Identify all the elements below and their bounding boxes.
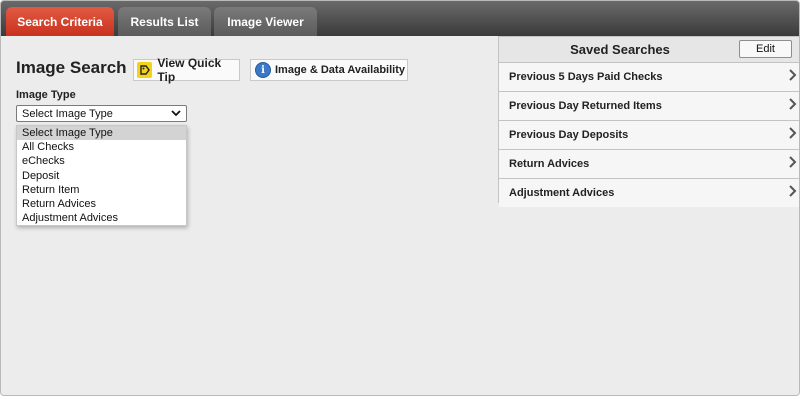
- saved-searches-panel: Saved Searches Edit Previous 5 Days Paid…: [498, 36, 799, 207]
- tab-label: Image Viewer: [227, 14, 304, 29]
- tab-image-viewer[interactable]: Image Viewer: [214, 7, 317, 36]
- page-title: Image Search: [16, 58, 127, 77]
- tab-label: Search Criteria: [17, 14, 103, 29]
- dropdown-option[interactable]: Select Image Type: [17, 126, 186, 141]
- image-type-selected-value: Select Image Type: [22, 107, 113, 120]
- dropdown-option[interactable]: Return Item: [17, 183, 186, 197]
- image-type-label: Image Type: [16, 89, 76, 101]
- image-type-dropdown-list: Select Image Type All Checks eChecks Dep…: [16, 125, 187, 226]
- saved-search-item[interactable]: Adjustment Advices: [499, 179, 799, 207]
- saved-search-label: Return Advices: [509, 158, 590, 170]
- tab-search-criteria[interactable]: Search Criteria: [6, 7, 114, 36]
- edit-button[interactable]: Edit: [739, 40, 792, 58]
- saved-search-item[interactable]: Return Advices: [499, 150, 799, 179]
- chevron-right-icon: [788, 155, 797, 173]
- saved-search-label: Previous 5 Days Paid Checks: [509, 71, 663, 83]
- tab-results-list[interactable]: Results List: [118, 7, 211, 36]
- saved-search-item[interactable]: Previous Day Returned Items: [499, 92, 799, 121]
- chevron-right-icon: [788, 184, 797, 202]
- quick-tip-label: View Quick Tip: [157, 56, 222, 84]
- dropdown-option[interactable]: Return Advices: [17, 197, 186, 211]
- chevron-right-icon: [788, 68, 797, 86]
- saved-search-label: Previous Day Returned Items: [509, 100, 662, 112]
- dropdown-option[interactable]: Adjustment Advices: [17, 211, 186, 225]
- tab-bar: Search Criteria Results List Image Viewe…: [1, 1, 799, 36]
- view-quick-tip-button[interactable]: View Quick Tip: [133, 56, 240, 84]
- chevron-down-icon: [171, 107, 181, 122]
- dropdown-option[interactable]: eChecks: [17, 154, 186, 168]
- dropdown-option[interactable]: All Checks: [17, 140, 186, 154]
- saved-search-label: Adjustment Advices: [509, 187, 615, 199]
- chevron-right-icon: [788, 97, 797, 115]
- saved-searches-title: Saved Searches: [570, 42, 670, 57]
- image-type-select[interactable]: Select Image Type: [16, 105, 187, 122]
- dropdown-option[interactable]: Deposit: [17, 169, 186, 183]
- tag-icon: [137, 62, 153, 78]
- saved-searches-header: Saved Searches Edit: [499, 37, 799, 63]
- tab-label: Results List: [130, 14, 199, 29]
- app-frame: Search Criteria Results List Image Viewe…: [0, 0, 800, 396]
- image-data-availability-button[interactable]: i Image & Data Availability: [250, 59, 408, 81]
- chevron-right-icon: [788, 126, 797, 144]
- info-icon: i: [255, 62, 271, 78]
- saved-search-item[interactable]: Previous 5 Days Paid Checks: [499, 63, 799, 92]
- saved-search-item[interactable]: Previous Day Deposits: [499, 121, 799, 150]
- saved-search-label: Previous Day Deposits: [509, 129, 629, 141]
- availability-label: Image & Data Availability: [275, 64, 406, 76]
